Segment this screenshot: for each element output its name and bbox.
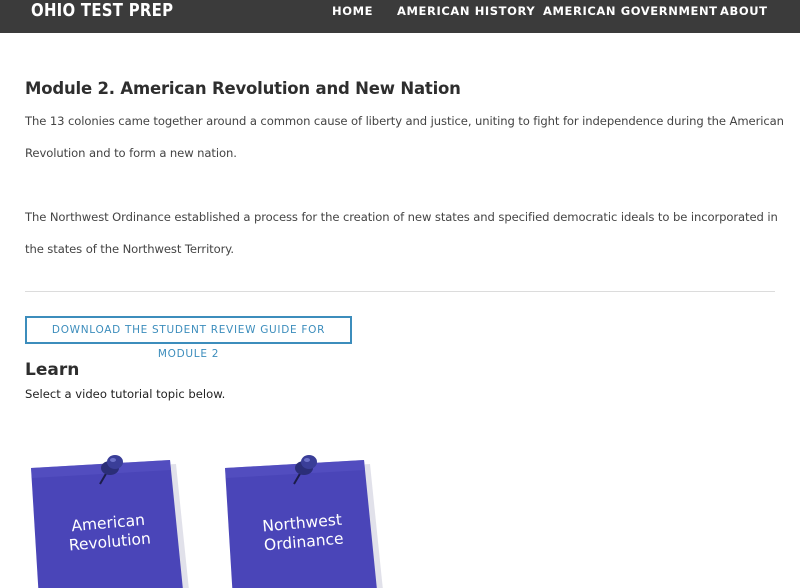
nav-link-home[interactable]: HOME xyxy=(332,4,373,18)
learn-subtitle: Select a video tutorial topic below. xyxy=(25,387,226,401)
learn-heading: Learn xyxy=(25,360,80,380)
nav-link-american-government[interactable]: AMERICAN GOVERNMENT xyxy=(543,4,718,18)
topic-card-american-revolution[interactable]: American Revolution xyxy=(24,450,199,588)
site-brand-logo[interactable]: OHIO TEST PREP xyxy=(31,0,173,23)
intro-paragraph-revolution: The 13 colonies came together around a c… xyxy=(25,114,784,160)
top-navbar: OHIO TEST PREP HOME AMERICAN HISTORY AME… xyxy=(0,0,800,33)
download-review-guide-button[interactable]: DOWNLOAD THE STUDENT REVIEW GUIDE FOR MO… xyxy=(25,316,352,360)
intro-paragraph-northwest: The Northwest Ordinance established a pr… xyxy=(25,210,778,256)
section-divider xyxy=(25,291,775,292)
page-title: Module 2. American Revolution and New Na… xyxy=(25,79,461,98)
topic-card-northwest-ordinance[interactable]: Northwest Ordinance xyxy=(218,450,393,588)
nav-link-american-history[interactable]: AMERICAN HISTORY xyxy=(397,4,535,18)
nav-link-about[interactable]: ABOUT xyxy=(720,4,768,18)
